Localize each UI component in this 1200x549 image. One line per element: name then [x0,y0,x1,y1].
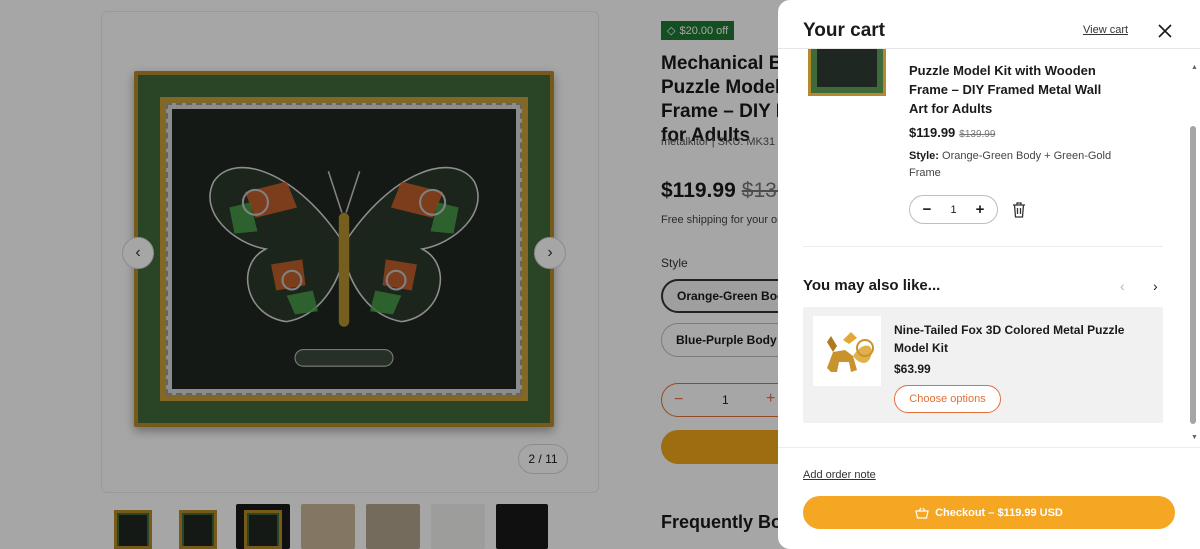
minus-icon[interactable]: − [920,202,934,217]
chevron-right-icon: › [1153,278,1158,294]
chevron-left-icon: ‹ [1120,278,1125,294]
close-icon [1158,24,1172,38]
scroll-down-arrow-icon[interactable]: ▼ [1191,434,1198,441]
choose-options-button[interactable]: Choose options [894,385,1001,413]
basket-icon [915,507,929,519]
cart-item-style: Style: Orange-Green Body + Green-Gold Fr… [909,150,1112,179]
remove-item-button[interactable] [1012,202,1026,218]
scrollbar[interactable]: ▲ ▼ [1188,62,1198,448]
upsell-product-price: $63.99 [894,362,931,376]
close-button[interactable] [1156,22,1174,40]
cart-item-image[interactable] [808,49,886,96]
view-cart-link[interactable]: View cart [1083,24,1128,36]
upsell-product-card: Nine-Tailed Fox 3D Colored Metal Puzzle … [803,307,1163,423]
cart-drawer: Your cart View cart Puzzle Model Kit wit… [778,0,1200,549]
cart-line-item: Puzzle Model Kit with Wooden Frame – DIY… [803,49,1165,246]
plus-icon[interactable]: + [973,202,987,217]
trash-icon [1013,202,1025,218]
upsell-product-name[interactable]: Nine-Tailed Fox 3D Colored Metal Puzzle … [894,321,1154,357]
upsell-heading: You may also like... [803,277,941,294]
upsell-next-button[interactable]: › [1153,278,1158,294]
cart-scroll-area[interactable]: Puzzle Model Kit with Wooden Frame – DIY… [778,49,1200,446]
divider [778,447,1200,448]
scrollbar-thumb[interactable] [1190,126,1196,424]
cart-header: Your cart View cart [778,0,1200,48]
cart-title: Your cart [803,20,886,41]
divider [803,246,1163,247]
upsell-prev-button[interactable]: ‹ [1120,278,1125,294]
cart-item-price: $119.99 $139.99 [909,125,996,140]
cart-item-title[interactable]: Puzzle Model Kit with Wooden Frame – DIY… [909,61,1109,118]
add-order-note-link[interactable]: Add order note [803,469,876,481]
cart-quantity-stepper: − 1 + [909,195,998,224]
upsell-product-image[interactable] [813,316,881,386]
checkout-button[interactable]: Checkout – $119.99 USD [803,496,1175,529]
scroll-up-arrow-icon[interactable]: ▲ [1191,64,1198,71]
quantity-value[interactable]: 1 [950,204,956,216]
